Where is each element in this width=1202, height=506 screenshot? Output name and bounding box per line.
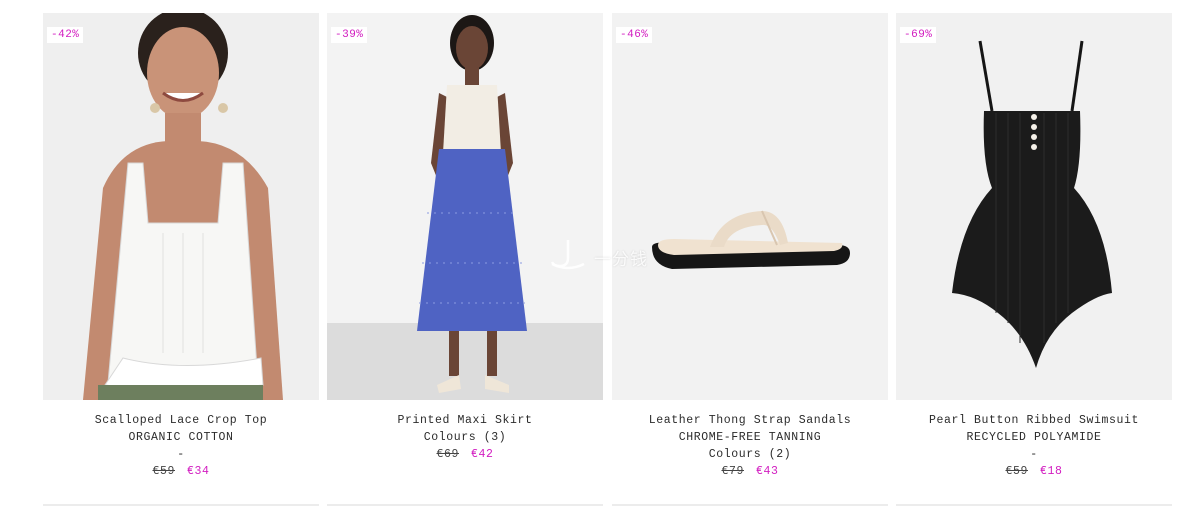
discount-badge: -39% bbox=[331, 27, 368, 43]
product-image[interactable]: -42% bbox=[43, 13, 319, 400]
product-material: RECYCLED POLYAMIDE bbox=[966, 431, 1102, 444]
sale-price: €18 bbox=[1040, 465, 1063, 478]
price-row: €69 €42 bbox=[327, 446, 603, 463]
product-name[interactable]: Pearl Button Ribbed Swimsuit bbox=[896, 412, 1172, 429]
product-name[interactable]: Printed Maxi Skirt bbox=[327, 412, 603, 429]
original-price: €59 bbox=[152, 465, 175, 478]
sale-price: €43 bbox=[756, 465, 779, 478]
original-price: €59 bbox=[1005, 465, 1028, 478]
product-card[interactable]: -69% Pearl Button Ribbed Swimsuit RECYCL… bbox=[896, 13, 1172, 506]
price-row: €59 €34 bbox=[43, 463, 319, 480]
product-photo-sandal bbox=[612, 13, 888, 400]
product-colours[interactable]: Colours (2) bbox=[612, 446, 888, 463]
product-image[interactable]: -69% bbox=[896, 13, 1172, 400]
watermark-logo-icon bbox=[550, 240, 585, 270]
discount-badge: -42% bbox=[47, 27, 84, 43]
watermark-text: 一分钱 bbox=[594, 250, 648, 270]
price-row: €59 €18 bbox=[896, 463, 1172, 480]
product-name[interactable]: Leather Thong Strap Sandals bbox=[612, 412, 888, 429]
product-image[interactable]: -39% bbox=[327, 13, 603, 400]
product-image[interactable]: -46% bbox=[612, 13, 888, 400]
price-row: €79 €43 bbox=[612, 463, 888, 480]
product-dash: - bbox=[177, 448, 185, 461]
discount-badge: -69% bbox=[900, 27, 937, 43]
product-info: Leather Thong Strap Sandals CHROME-FREE … bbox=[612, 400, 888, 480]
product-dash: - bbox=[1030, 448, 1038, 461]
product-material: ORGANIC COTTON bbox=[128, 431, 234, 444]
product-name[interactable]: Scalloped Lace Crop Top bbox=[43, 412, 319, 429]
original-price: €69 bbox=[436, 448, 459, 461]
product-info: Scalloped Lace Crop Top ORGANIC COTTON -… bbox=[43, 400, 319, 480]
product-colours[interactable]: Colours (3) bbox=[327, 429, 603, 446]
product-photo-maxi-skirt bbox=[327, 13, 603, 400]
product-photo-swimsuit bbox=[896, 13, 1172, 400]
product-card[interactable]: -42% Scalloped Lace Crop Top ORGANIC COT… bbox=[43, 13, 319, 506]
watermark: 一分钱 bbox=[548, 236, 658, 272]
product-info: Pearl Button Ribbed Swimsuit RECYCLED PO… bbox=[896, 400, 1172, 480]
discount-badge: -46% bbox=[616, 27, 653, 43]
sale-price: €42 bbox=[471, 448, 494, 461]
product-info: Printed Maxi Skirt Colours (3) €69 €42 bbox=[327, 400, 603, 463]
original-price: €79 bbox=[721, 465, 744, 478]
product-photo-crop-top bbox=[43, 13, 319, 400]
sale-price: €34 bbox=[187, 465, 210, 478]
product-material: CHROME-FREE TANNING bbox=[678, 431, 822, 444]
